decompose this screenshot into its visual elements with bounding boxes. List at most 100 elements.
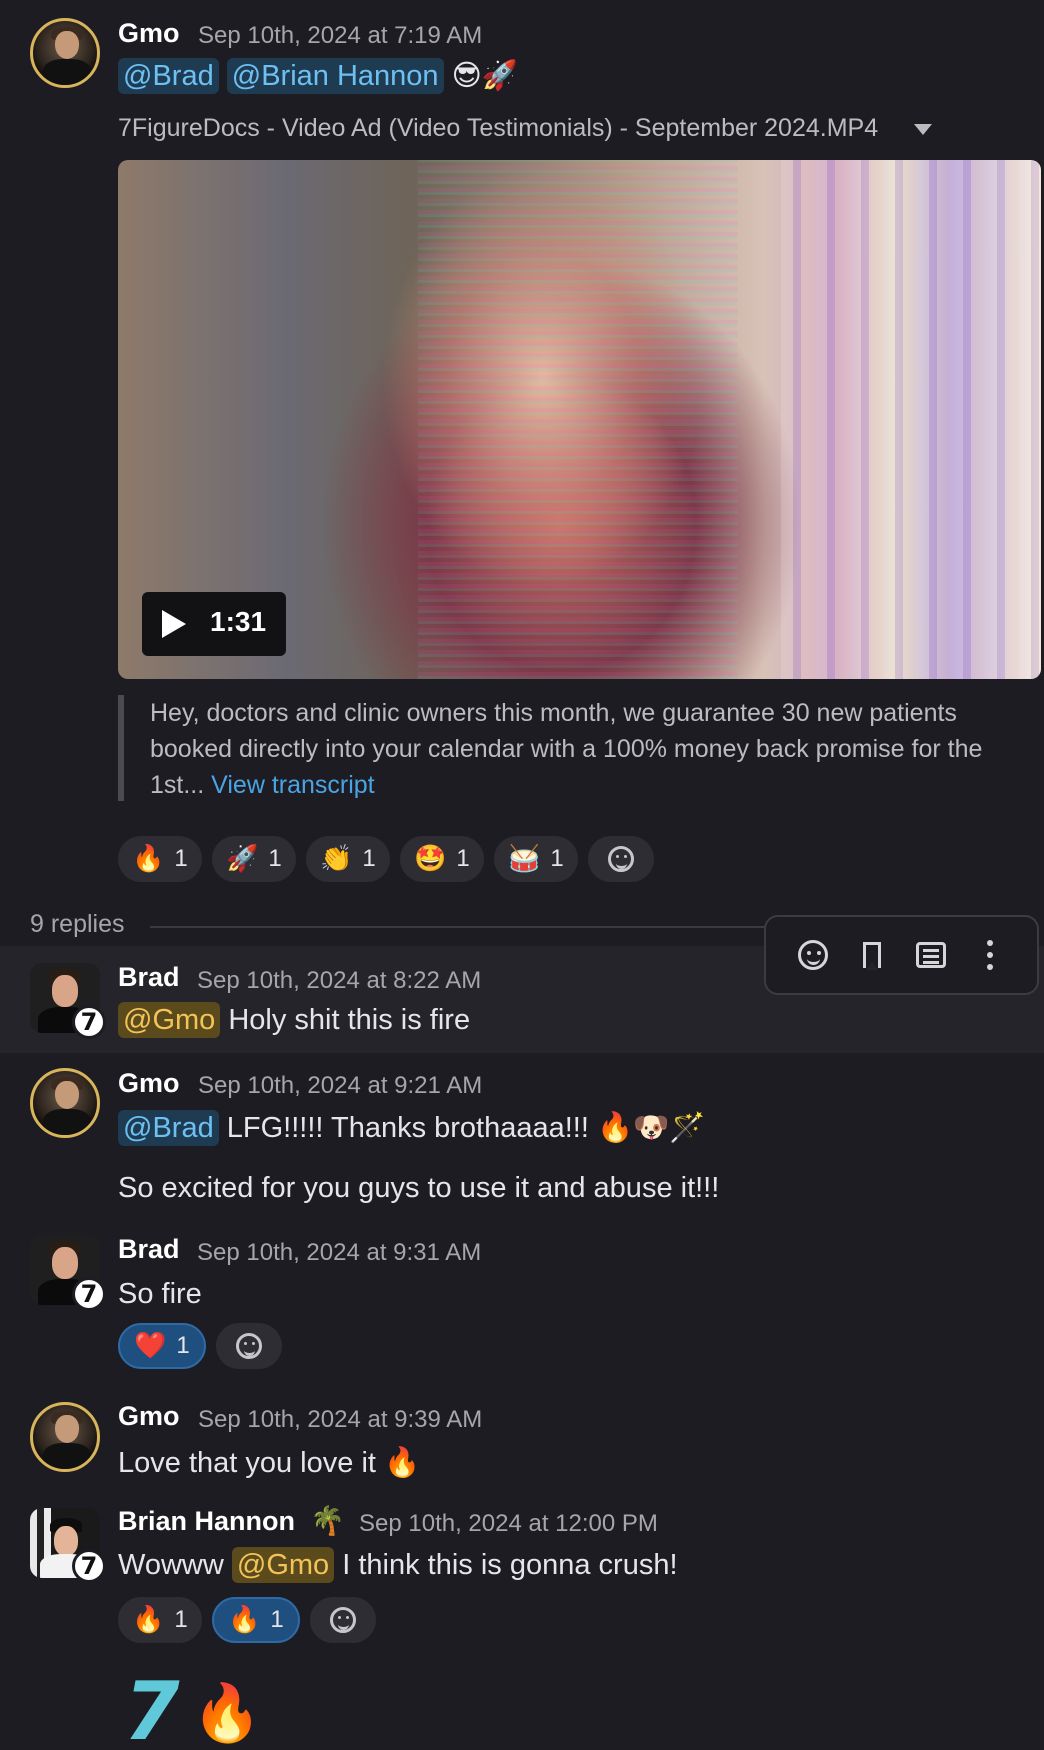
reaction-fire-custom[interactable]: 🔥 1 [212, 1597, 300, 1643]
checklist-shape [915, 942, 946, 968]
file-title[interactable]: 7FigureDocs - Video Ad (Video Testimonia… [118, 114, 878, 143]
org-badge: 7 [72, 1005, 106, 1039]
replies-divider [150, 926, 770, 928]
message-body: LFG!!!!! Thanks brothaaaa!!! [218, 1112, 597, 1144]
smiley-icon [798, 940, 829, 970]
replies-count[interactable]: 9 replies [30, 910, 125, 939]
mention-brad[interactable]: @Brad [118, 58, 219, 94]
avatar-face [55, 31, 79, 59]
avatar-gmo[interactable] [30, 1402, 100, 1472]
message-text: @Brad LFG!!!!! Thanks brothaaaa!!! 🔥🐶🪄 [118, 1110, 706, 1146]
reaction-count: 1 [550, 845, 564, 872]
org-badge: 7 [72, 1277, 106, 1311]
message-text: @Brad @Brian Hannon 😎🚀 [118, 58, 518, 94]
reaction-emoji: 🔥 [132, 1605, 165, 1635]
mention-gmo[interactable]: @Gmo [231, 1547, 335, 1583]
reaction-count: 1 [174, 845, 188, 872]
reaction-emoji: 🚀 [226, 844, 259, 874]
reaction-count: 1 [270, 1606, 284, 1633]
message-body: I think this is gonna crush! [334, 1549, 678, 1581]
bookmark-icon[interactable] [852, 935, 892, 975]
reaction-star-struck[interactable]: 🤩 1 [400, 836, 484, 882]
avatar-body [43, 1109, 91, 1135]
author-name[interactable]: Brad [118, 1234, 180, 1265]
avatar-face [52, 975, 78, 1007]
play-icon [162, 610, 186, 638]
timestamp[interactable]: Sep 10th, 2024 at 9:31 AM [197, 1239, 481, 1267]
add-reaction-icon[interactable] [793, 935, 833, 975]
message-text: @Gmo Holy shit this is fire [118, 1002, 471, 1038]
play-button[interactable]: 1:31 [142, 592, 286, 656]
avatar-face [52, 1247, 78, 1279]
timestamp[interactable]: Sep 10th, 2024 at 7:19 AM [198, 22, 482, 50]
author-name[interactable]: Gmo [118, 1401, 180, 1432]
reaction-fire[interactable]: 🔥 1 [118, 836, 202, 882]
avatar-gmo[interactable] [30, 18, 100, 88]
avatar-body [43, 1443, 91, 1469]
reaction-emoji: 🔥 [228, 1605, 261, 1635]
transcript-preview: Hey, doctors and clinic owners this mont… [118, 695, 1028, 801]
checklist-icon[interactable] [911, 935, 951, 975]
add-reaction-button[interactable] [309, 1597, 376, 1643]
reaction-fire[interactable]: 🔥 1 [118, 1597, 202, 1643]
timestamp[interactable]: Sep 10th, 2024 at 9:21 AM [198, 1072, 482, 1100]
reaction-drum[interactable]: 🥁 1 [494, 836, 578, 882]
message-body: Love that you love it [118, 1447, 384, 1479]
view-transcript-link[interactable]: View transcript [211, 771, 375, 799]
author-name[interactable]: Brad [118, 962, 180, 993]
chevron-down-icon[interactable] [914, 124, 932, 135]
reaction-bar: ❤️ 1 [118, 1323, 282, 1369]
author-name[interactable]: Brian Hannon [118, 1506, 295, 1537]
reaction-emoji: 🤩 [414, 844, 447, 874]
add-reaction-button[interactable] [215, 1323, 282, 1369]
reaction-clap[interactable]: 👏 1 [306, 836, 390, 882]
reaction-count: 1 [176, 1332, 190, 1359]
mention-gmo[interactable]: @Gmo [118, 1002, 221, 1038]
more-dots [986, 940, 993, 970]
seven-logo-emoji: 7 [124, 1665, 180, 1750]
reaction-count: 1 [268, 845, 282, 872]
emoji-fire-doge-wand: 🔥🐶🪄 [596, 1110, 706, 1144]
reaction-rocket[interactable]: 🚀 1 [212, 836, 296, 882]
reaction-count: 1 [456, 845, 470, 872]
message-pre: Wowww [118, 1549, 232, 1581]
palm-tree-status-icon[interactable]: 🌴 [310, 1504, 345, 1537]
add-reaction-icon [329, 1607, 356, 1633]
message-body: Holy shit this is fire [220, 1004, 471, 1036]
reaction-count: 1 [362, 845, 376, 872]
timestamp[interactable]: Sep 10th, 2024 at 9:39 AM [198, 1406, 482, 1434]
timestamp[interactable]: Sep 10th, 2024 at 8:22 AM [197, 967, 481, 995]
mention-brad[interactable]: @Brad [118, 1110, 219, 1146]
avatar-face [55, 1415, 79, 1443]
video-duration: 1:31 [210, 606, 267, 637]
video-glitch-overlay [418, 160, 738, 679]
reaction-emoji: 🔥 [132, 844, 165, 874]
mention-brian-hannon[interactable]: @Brian Hannon [226, 58, 444, 94]
fire-emoji: 🔥 [192, 1681, 262, 1746]
video-player[interactable]: 1:31 [118, 160, 1041, 679]
avatar-gmo[interactable] [30, 1068, 100, 1138]
bookmark-shape [863, 942, 882, 970]
timestamp[interactable]: Sep 10th, 2024 at 12:00 PM [359, 1510, 658, 1538]
add-reaction-icon [235, 1333, 262, 1359]
author-name[interactable]: Gmo [118, 18, 180, 49]
video-stripes-overlay [781, 160, 1041, 679]
reaction-count: 1 [174, 1606, 188, 1633]
reaction-emoji: ❤️ [134, 1331, 167, 1361]
avatar-body [43, 59, 91, 85]
reaction-emoji: 👏 [320, 844, 353, 874]
add-reaction-button[interactable] [588, 836, 654, 882]
message-text: Love that you love it 🔥 [118, 1445, 420, 1480]
author-name[interactable]: Gmo [118, 1068, 180, 1099]
message-text: So excited for you guys to use it and ab… [118, 1172, 720, 1204]
message-text: Wowww @Gmo I think this is gonna crush! [118, 1547, 678, 1583]
reaction-bar: 🔥 1 🚀 1 👏 1 🤩 1 🥁 1 [118, 836, 654, 882]
more-icon[interactable] [970, 935, 1010, 975]
emoji-fire: 🔥 [384, 1445, 421, 1479]
emoji-cool-rocket: 😎🚀 [451, 58, 518, 92]
reaction-bar: 🔥 1 🔥 1 [118, 1597, 376, 1643]
avatar-face [54, 1526, 78, 1556]
message-text: So fire [118, 1278, 202, 1310]
reaction-heart[interactable]: ❤️ 1 [118, 1323, 206, 1369]
avatar-face [55, 1081, 79, 1109]
